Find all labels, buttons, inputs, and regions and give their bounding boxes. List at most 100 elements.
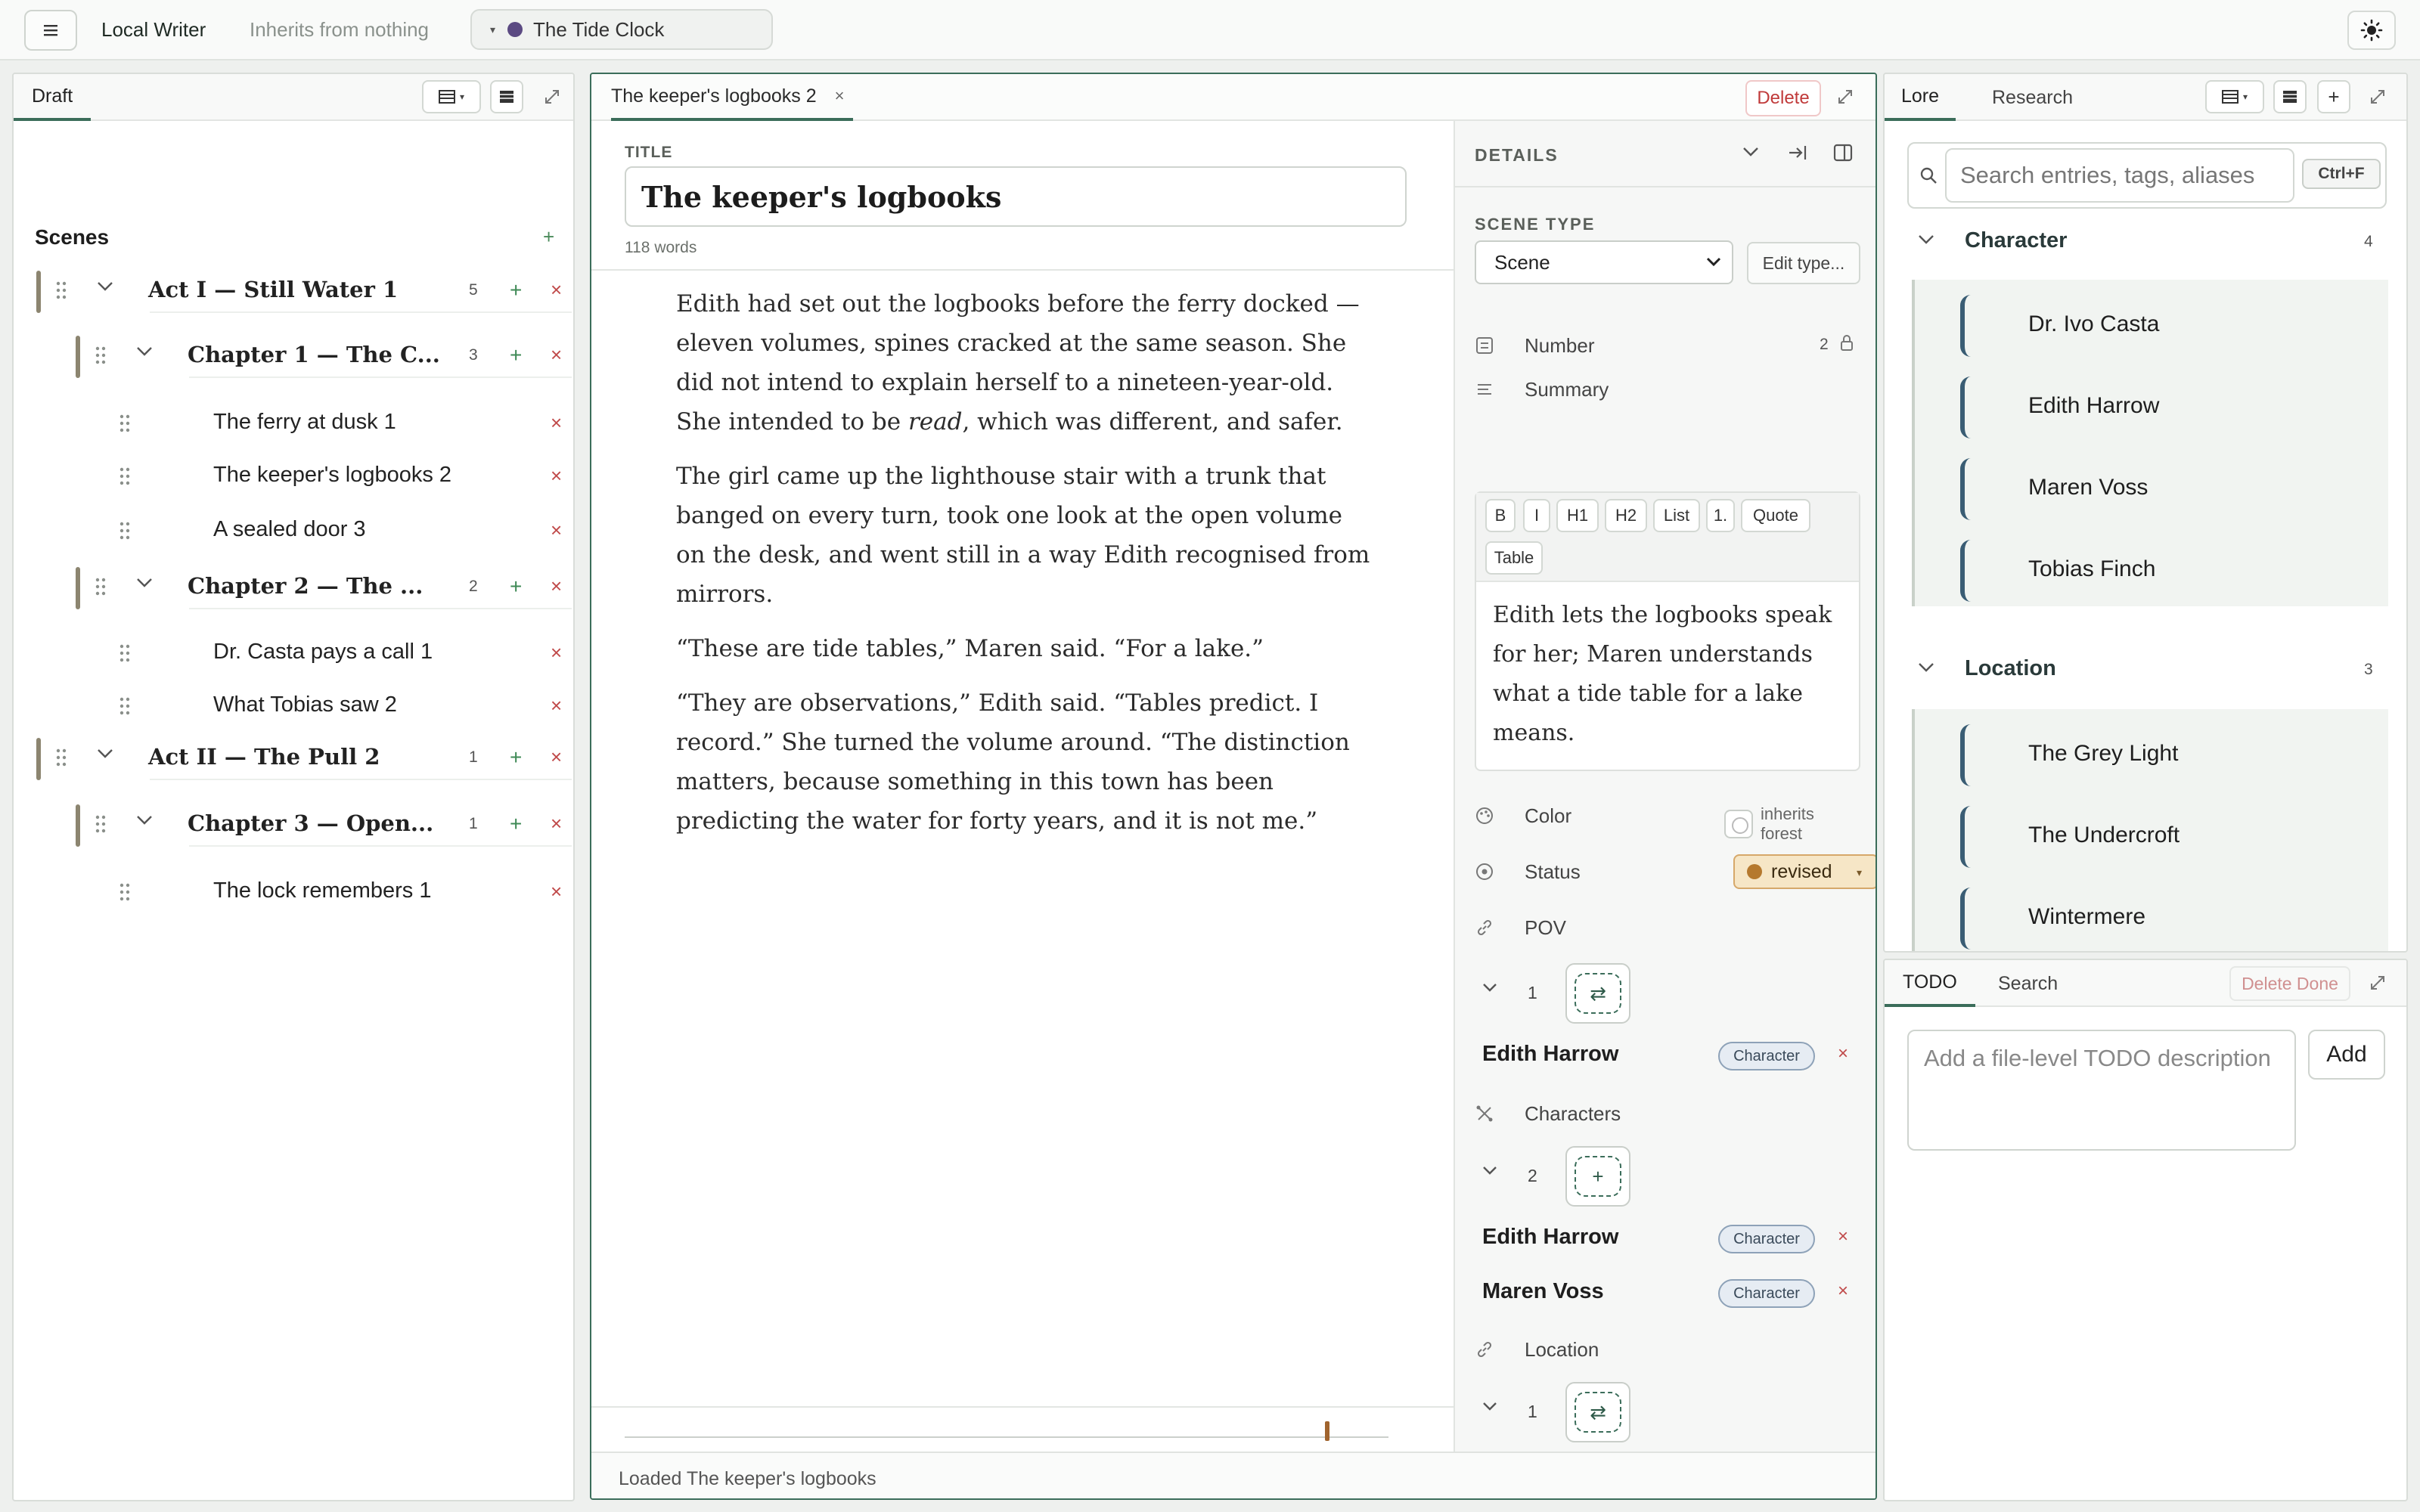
expand-icon[interactable]: [1836, 88, 1854, 106]
format-button-i[interactable]: I: [1523, 499, 1550, 532]
chapter-row[interactable]: Chapter 3 — Open... 1 + ×: [14, 801, 573, 847]
linked-entity-row[interactable]: Maren Voss Character ×: [1482, 1270, 1860, 1315]
tab-research[interactable]: Research: [1980, 74, 2085, 121]
todo-input[interactable]: Add a file-level TODO description: [1907, 1030, 2296, 1151]
chevron-down-icon[interactable]: [1918, 662, 1934, 673]
sidebar-icon[interactable]: [1833, 144, 1853, 162]
format-button-list[interactable]: List: [1653, 499, 1700, 532]
lore-entry[interactable]: Dr. Ivo Casta: [1915, 280, 2391, 361]
search-input[interactable]: Search entries, tags, aliases: [1945, 148, 2294, 203]
drag-handle-icon[interactable]: [118, 520, 132, 541]
tab-draft[interactable]: Draft: [14, 74, 92, 121]
linked-entity-row[interactable]: Edith Harrow Character ×: [1482, 1033, 1860, 1078]
add-child-button[interactable]: +: [510, 278, 522, 302]
remove-button[interactable]: ×: [551, 641, 562, 665]
scene-type-select[interactable]: Scene: [1475, 240, 1733, 284]
edit-type-button[interactable]: Edit type...: [1747, 242, 1860, 284]
scene-row[interactable]: The ferry at dusk 1 ×: [14, 401, 573, 446]
format-button-h1[interactable]: H1: [1556, 499, 1599, 532]
tab-lore[interactable]: Lore: [1885, 74, 1956, 121]
add-child-button[interactable]: +: [510, 343, 522, 367]
format-button-h2[interactable]: H2: [1605, 499, 1647, 532]
add-todo-button[interactable]: Add: [2308, 1030, 2385, 1080]
drag-handle-icon[interactable]: [118, 466, 132, 487]
lore-category-header[interactable]: Character 4: [1885, 216, 2406, 266]
add-child-button[interactable]: +: [510, 745, 522, 770]
remove-link-button[interactable]: ×: [1838, 1043, 1848, 1064]
drag-handle-icon[interactable]: [54, 280, 68, 301]
drag-handle-icon[interactable]: [118, 696, 132, 717]
remove-button[interactable]: ×: [551, 278, 562, 302]
expand-icon[interactable]: [543, 88, 561, 106]
chevron-down-icon[interactable]: [136, 815, 153, 826]
format-button-1ordered[interactable]: 1.: [1706, 499, 1735, 532]
chevron-down-icon[interactable]: [136, 578, 153, 588]
drag-handle-icon[interactable]: [94, 345, 107, 366]
lore-entry[interactable]: Edith Harrow: [1915, 361, 2391, 443]
format-button-quote[interactable]: Quote: [1741, 499, 1810, 532]
drag-handle-icon[interactable]: [118, 643, 132, 664]
chevron-down-icon[interactable]: [97, 748, 113, 759]
theme-toggle-button[interactable]: [2347, 11, 2396, 50]
remove-link-button[interactable]: ×: [1838, 1226, 1848, 1247]
add-child-button[interactable]: +: [510, 575, 522, 599]
add-character-button[interactable]: +: [1565, 1146, 1630, 1207]
lore-entry[interactable]: The Undercroft: [1915, 791, 2391, 872]
view-menu-button[interactable]: ▾: [2205, 80, 2264, 113]
lore-category-header[interactable]: Location 3: [1885, 644, 2406, 694]
format-button-b[interactable]: B: [1485, 499, 1516, 532]
drag-handle-icon[interactable]: [94, 576, 107, 597]
remove-button[interactable]: ×: [551, 519, 562, 542]
drag-handle-icon[interactable]: [118, 413, 132, 434]
tab-todo[interactable]: TODO: [1885, 960, 1975, 1007]
swap-button[interactable]: ⇄: [1565, 963, 1630, 1024]
grid-view-button[interactable]: [2273, 80, 2307, 113]
chevron-down-icon[interactable]: [136, 346, 153, 357]
grid-view-button[interactable]: [490, 80, 523, 113]
scene-row[interactable]: What Tobias saw 2 ×: [14, 683, 573, 729]
tab-search[interactable]: Search: [1986, 960, 2070, 1007]
remove-button[interactable]: ×: [551, 745, 562, 769]
manuscript-body[interactable]: Edith had set out the logbooks before th…: [676, 284, 1372, 856]
summary-text[interactable]: Edith lets the logbooks speak for her; M…: [1493, 596, 1848, 753]
delete-button[interactable]: Delete: [1745, 80, 1821, 116]
horizontal-scrollbar[interactable]: [625, 1436, 1388, 1438]
lore-entry[interactable]: Wintermere: [1915, 872, 2391, 951]
chapter-row[interactable]: Chapter 2 — The ... 2 + ×: [14, 564, 573, 609]
remove-button[interactable]: ×: [551, 343, 562, 367]
lore-entry[interactable]: Tobias Finch: [1915, 525, 2391, 606]
drag-handle-icon[interactable]: [94, 813, 107, 835]
scene-row[interactable]: The keeper's logbooks 2 ×: [14, 454, 573, 499]
scene-row[interactable]: Dr. Casta pays a call 1 ×: [14, 631, 573, 676]
delete-done-button[interactable]: Delete Done: [2229, 966, 2350, 1001]
tab-scene[interactable]: The keeper's logbooks 2 ×: [611, 74, 854, 121]
remove-button[interactable]: ×: [551, 464, 562, 488]
collapse-right-icon[interactable]: [1788, 144, 1807, 162]
title-input[interactable]: The keeper's logbooks: [625, 166, 1407, 227]
add-child-button[interactable]: +: [510, 812, 522, 836]
scene-row[interactable]: The lock remembers 1 ×: [14, 869, 573, 915]
remove-button[interactable]: ×: [551, 694, 562, 717]
project-selector[interactable]: ▾ The Tide Clock: [470, 9, 773, 50]
menu-button[interactable]: [24, 10, 77, 51]
add-scene-button[interactable]: +: [543, 225, 554, 249]
expand-icon[interactable]: [2369, 88, 2387, 106]
act-row[interactable]: Act II — The Pull 2 1 + ×: [14, 735, 573, 780]
act-row[interactable]: Act I — Still Water 1 5 + ×: [14, 268, 573, 313]
remove-button[interactable]: ×: [551, 575, 562, 598]
view-menu-button[interactable]: ▾: [422, 80, 481, 113]
chevron-down-icon[interactable]: [1742, 147, 1759, 157]
color-swatch[interactable]: [1724, 810, 1753, 838]
lore-entry[interactable]: The Grey Light: [1915, 709, 2391, 791]
chevron-down-icon[interactable]: [1482, 1166, 1497, 1176]
lore-entry[interactable]: Maren Voss: [1915, 443, 2391, 525]
scrollbar-thumb[interactable]: [1325, 1421, 1329, 1441]
linked-entity-row[interactable]: Edith Harrow Character ×: [1482, 1216, 1860, 1261]
chapter-row[interactable]: Chapter 1 — The C... 3 + ×: [14, 333, 573, 378]
chevron-down-icon[interactable]: [1482, 983, 1497, 993]
inherits-label[interactable]: Inherits from nothing: [250, 18, 429, 42]
scene-row[interactable]: A sealed door 3 ×: [14, 508, 573, 553]
remove-button[interactable]: ×: [551, 411, 562, 435]
lock-icon[interactable]: [1839, 334, 1854, 352]
add-entry-button[interactable]: +: [2317, 80, 2350, 113]
